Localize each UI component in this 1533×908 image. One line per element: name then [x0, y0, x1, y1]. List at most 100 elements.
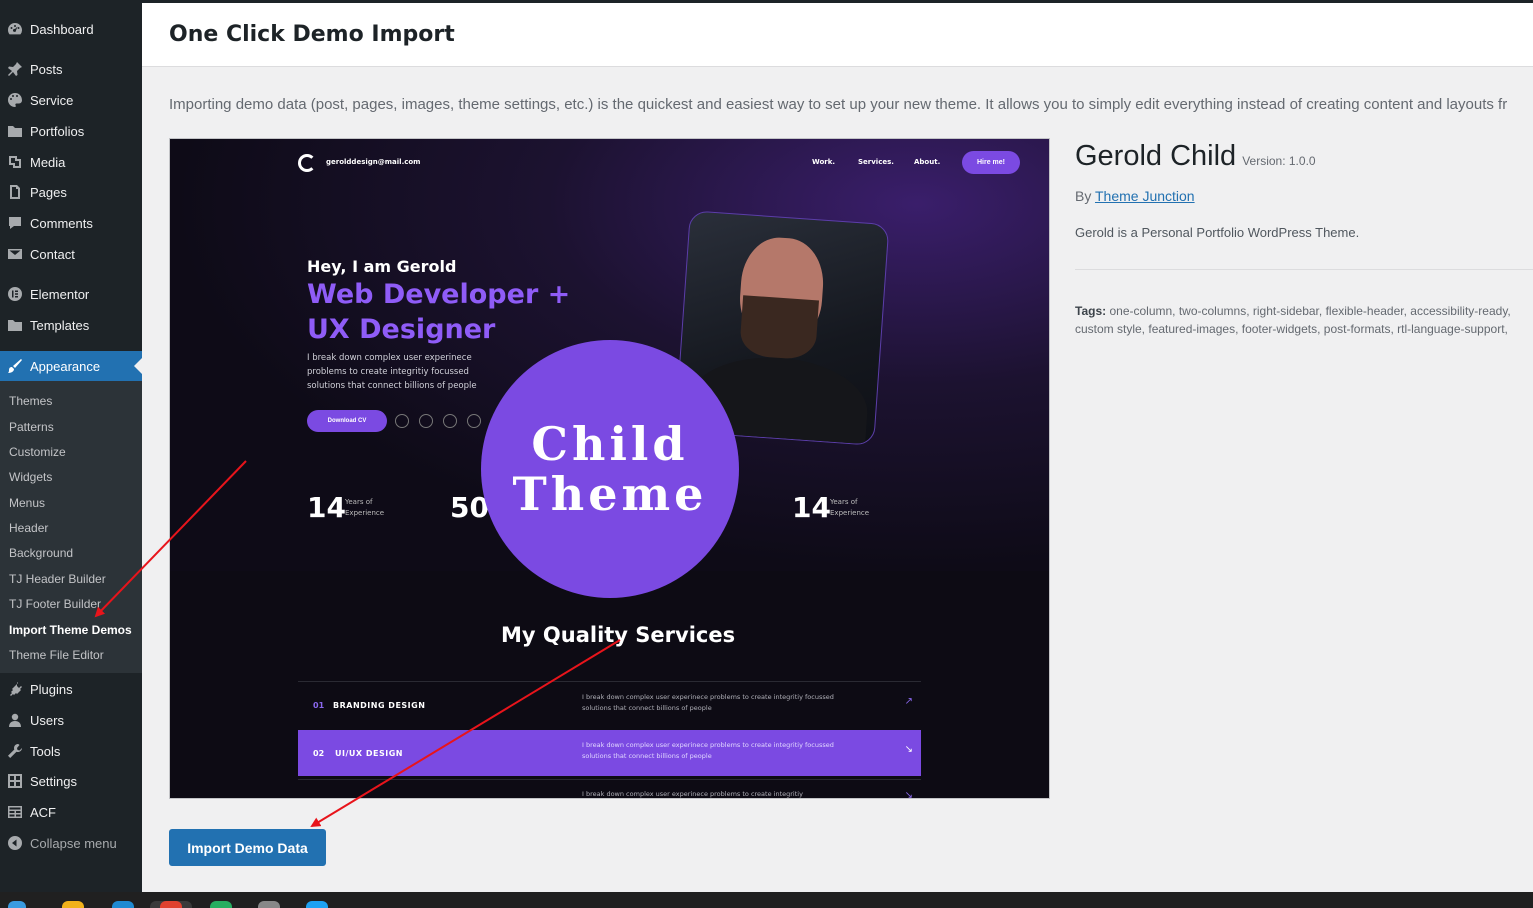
submenu-patterns[interactable]: Patterns — [9, 420, 54, 434]
preview-service-row: 01 BRANDING DESIGN I break down complex … — [298, 681, 921, 727]
submenu-customize[interactable]: Customize — [9, 445, 66, 459]
import-demo-data-button[interactable]: Import Demo Data — [169, 829, 326, 866]
submenu-themes[interactable]: Themes — [9, 394, 52, 408]
preview-twitter-icon — [395, 414, 409, 428]
menu-label: Templates — [30, 317, 90, 333]
preview-instagram-icon — [419, 414, 433, 428]
menu-label: Collapse menu — [30, 835, 117, 851]
menu-label: Plugins — [30, 681, 73, 697]
telegram-icon[interactable] — [306, 901, 328, 908]
page-title: One Click Demo Import — [169, 22, 455, 47]
user-icon — [0, 712, 30, 728]
child-theme-word-1: Child — [531, 417, 689, 471]
preview-services-title: My Quality Services — [501, 623, 736, 647]
preview-stat-3-label1: Years of — [830, 498, 858, 506]
menu-dashboard[interactable]: Dashboard — [0, 14, 142, 44]
author-link[interactable]: Theme Junction — [1095, 188, 1195, 204]
os-taskbar — [0, 892, 1533, 908]
settings-icon — [0, 773, 30, 789]
menu-label: Dashboard — [30, 21, 94, 37]
menu-label: Pages — [30, 184, 67, 200]
preview-download-button: Download CV — [307, 410, 387, 432]
menu-label: Media — [30, 154, 66, 170]
preview-role-2: UX Designer — [307, 314, 496, 345]
menu-label: Service — [30, 92, 74, 108]
menu-comments[interactable]: Comments — [0, 208, 142, 238]
theme-tags: Tags: one-column, two-columns, right-sid… — [1075, 302, 1533, 342]
menu-plugins[interactable]: Plugins — [0, 674, 142, 704]
active-indicator — [134, 358, 142, 374]
menu-label: Portfolios — [30, 123, 85, 139]
menu-media[interactable]: Media — [0, 147, 142, 177]
arrow-down-right-icon: ↘ — [904, 790, 913, 799]
app-icon[interactable] — [210, 901, 232, 908]
submenu-tj-header-builder[interactable]: TJ Header Builder — [9, 572, 106, 586]
comment-icon — [0, 215, 30, 231]
menu-appearance[interactable]: Appearance — [0, 351, 142, 381]
app-icon[interactable] — [258, 901, 280, 908]
menu-templates[interactable]: Templates — [0, 310, 142, 340]
windows-start-icon[interactable] — [8, 901, 26, 908]
pages-icon — [0, 184, 30, 200]
tags-list: one-column, two-columns, right-sidebar, … — [1075, 304, 1511, 342]
preview-service-row: I break down complex user experinece pro… — [298, 779, 921, 799]
preview-hire-button: Hire me! — [962, 151, 1020, 174]
menu-acf[interactable]: ACF — [0, 797, 142, 827]
tags-label: Tags: — [1075, 304, 1107, 318]
service-number: 02 — [313, 749, 325, 758]
preview-nav-services: Services. — [858, 158, 894, 166]
pin-icon — [0, 61, 30, 77]
submenu-widgets[interactable]: Widgets — [9, 470, 52, 484]
menu-users[interactable]: Users — [0, 705, 142, 735]
submenu-import-theme-demos[interactable]: Import Theme Demos — [9, 623, 132, 637]
mail-icon — [0, 246, 30, 262]
vscode-icon[interactable] — [112, 901, 134, 908]
chrome-icon[interactable] — [160, 901, 182, 908]
service-desc: I break down complex user experinece pro… — [582, 790, 803, 798]
author-prefix: By — [1075, 188, 1092, 204]
service-desc: I break down complex user experinece pro… — [582, 741, 834, 760]
child-theme-word-2: Theme — [512, 467, 708, 521]
menu-portfolios[interactable]: Portfolios — [0, 116, 142, 146]
arrow-down-right-icon: ↘ — [904, 744, 913, 755]
collapse-icon — [0, 835, 30, 851]
preview-blurb-1: I break down complex user experinece — [307, 353, 472, 363]
submenu-background[interactable]: Background — [9, 546, 73, 560]
preview-behance-icon — [467, 414, 481, 428]
theme-author: By Theme Junction — [1075, 188, 1195, 204]
menu-label: Elementor — [30, 286, 90, 302]
menu-elementor[interactable]: Elementor — [0, 279, 142, 309]
arrow-up-right-icon: ↗ — [904, 696, 913, 707]
menu-pages[interactable]: Pages — [0, 177, 142, 207]
submenu-tj-footer-builder[interactable]: TJ Footer Builder — [9, 597, 101, 611]
preview-service-row: 02 UI/UX DESIGN I break down complex use… — [298, 730, 921, 776]
service-desc: I break down complex user experinece pro… — [582, 693, 834, 712]
service-number: 01 — [313, 701, 325, 710]
submenu-menus[interactable]: Menus — [9, 496, 45, 510]
menu-contact[interactable]: Contact — [0, 239, 142, 269]
theme-preview-image: gerolddesign@mail.com Work. Services. Ab… — [169, 138, 1050, 799]
preview-stat-1-label1: Years of — [345, 498, 373, 506]
preview-stat-3-label2: Experience — [830, 509, 870, 517]
submenu-theme-file-editor[interactable]: Theme File Editor — [9, 648, 104, 662]
theme-title: Gerold Child — [1075, 140, 1237, 172]
menu-label: Tools — [30, 743, 61, 759]
menu-tools[interactable]: Tools — [0, 736, 142, 766]
menu-posts[interactable]: Posts — [0, 54, 142, 84]
menu-label: Contact — [30, 246, 75, 262]
folder-icon — [0, 317, 30, 333]
menu-service[interactable]: Service — [0, 85, 142, 115]
preview-email: gerolddesign@mail.com — [326, 158, 421, 166]
grid-icon — [0, 804, 30, 820]
wrench-icon — [0, 743, 30, 759]
submenu-header[interactable]: Header — [9, 521, 48, 535]
preview-nav-about: About. — [914, 158, 941, 166]
file-explorer-icon[interactable] — [62, 901, 84, 908]
palette-icon — [0, 92, 30, 108]
media-icon — [0, 154, 30, 170]
preview-role-1: Web Developer + — [307, 279, 571, 310]
menu-label: Settings — [30, 773, 77, 789]
collapse-menu[interactable]: Collapse menu — [0, 828, 142, 858]
menu-settings[interactable]: Settings — [0, 766, 142, 796]
menu-label: Posts — [30, 61, 63, 77]
